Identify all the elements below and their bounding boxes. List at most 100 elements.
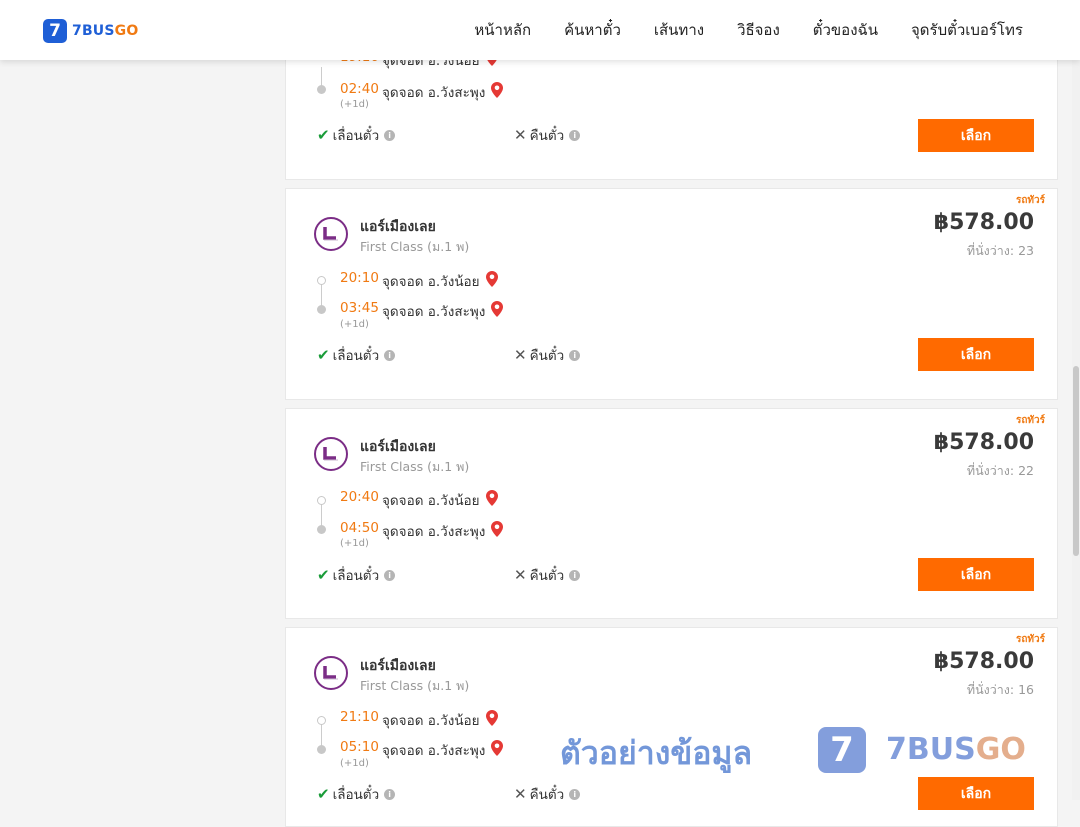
operator-name: แอร์เมืองเลย	[360, 658, 436, 674]
info-icon[interactable]: i	[569, 788, 581, 800]
seats-available: ที่นั่งว่าง: 23	[966, 243, 1034, 258]
operator-logo	[314, 217, 348, 251]
arrive-dot	[317, 525, 326, 534]
location-pin-icon[interactable]	[485, 271, 498, 291]
arrive-time: 05:10	[340, 739, 379, 755]
refund-label: คืนตั๋ว	[529, 348, 565, 364]
change-ticket-label: เลื่อนตั๋ว	[332, 128, 380, 144]
logo-wordmark: 7BUSGO	[72, 23, 139, 39]
site-logo[interactable]: 7 7BUSGO	[43, 19, 138, 43]
refund-label: คืนตั๋ว	[529, 787, 565, 803]
depart-stop-label: จุดจอด อ.วังน้อย	[382, 274, 480, 290]
day-offset: (+1d)	[340, 319, 369, 330]
refund-policy: ✕ คืนตั๋ว i	[514, 344, 581, 366]
select-button[interactable]: เลือก	[918, 558, 1034, 591]
nav-how-to-book[interactable]: วิธีจอง	[737, 18, 780, 42]
day-offset: (+1d)	[340, 538, 369, 549]
cross-icon: ✕	[514, 566, 527, 584]
arrive-stop: จุดจอด อ.วังสะพุง	[382, 739, 504, 761]
ticket-price: ฿578.00	[933, 210, 1034, 235]
ticket-price: ฿578.00	[933, 649, 1034, 674]
refund-label: คืนตั๋ว	[529, 568, 565, 584]
depart-dot	[317, 276, 326, 285]
arrive-dot	[317, 305, 326, 314]
arrive-stop-label: จุดจอด อ.วังสะพุง	[382, 743, 486, 759]
operator-name: แอร์เมืองเลย	[360, 219, 436, 235]
nav-routes[interactable]: เส้นทาง	[654, 18, 704, 42]
change-ticket-label: เลื่อนตั๋ว	[332, 787, 380, 803]
location-pin-icon[interactable]	[491, 521, 504, 541]
arrive-stop: จุดจอด อ.วังสะพุง	[382, 81, 504, 103]
arrive-time: 04:50	[340, 520, 379, 536]
tour-bus-badge: รถทัวร์	[1015, 195, 1045, 206]
watermark-brand: 7BUSGO	[886, 732, 1026, 767]
trip-card: รถทัวร์ แอร์เมืองเลย First Class (ม.1 พ)…	[285, 188, 1058, 400]
arrive-dot	[317, 745, 326, 754]
location-pin-icon[interactable]	[491, 740, 504, 760]
depart-stop: จุดจอด อ.วังน้อย	[382, 709, 498, 731]
tour-bus-badge: รถทัวร์	[1015, 415, 1045, 426]
info-icon[interactable]: i	[384, 349, 396, 361]
change-ticket-policy: ✔ เลื่อนตั๋ว i	[317, 564, 396, 586]
check-icon: ✔	[317, 785, 330, 803]
change-ticket-label: เลื่อนตั๋ว	[332, 568, 380, 584]
depart-time: 20:10	[340, 270, 379, 286]
nav-pickup-points[interactable]: จุดรับตั๋วเบอร์โทร	[911, 18, 1023, 42]
logo-mark: 7	[43, 19, 67, 43]
nav-home[interactable]: หน้าหลัก	[474, 18, 531, 42]
info-icon[interactable]: i	[384, 129, 396, 141]
cross-icon: ✕	[514, 346, 527, 364]
seats-available: ที่นั่งว่าง: 22	[966, 463, 1034, 478]
bus-class: First Class (ม.1 พ)	[360, 239, 470, 254]
location-pin-icon[interactable]	[485, 490, 498, 510]
main-nav: หน้าหลัก ค้นหาตั๋ว เส้นทาง วิธีจอง ตั๋วข…	[441, 18, 1023, 42]
check-icon: ✔	[317, 566, 330, 584]
watermark-text: ตัวอย่างข้อมูล	[560, 734, 753, 772]
nav-my-tickets[interactable]: ตั๋วของฉัน	[813, 18, 878, 42]
depart-stop: จุดจอด อ.วังน้อย	[382, 270, 498, 292]
operator-logo	[314, 656, 348, 690]
refund-policy: ✕ คืนตั๋ว i	[514, 564, 581, 586]
bus-class: First Class (ม.1 พ)	[360, 459, 470, 474]
change-ticket-policy: ✔ เลื่อนตั๋ว i	[317, 124, 396, 146]
scrollbar-thumb[interactable]	[1073, 366, 1079, 556]
depart-time: 21:10	[340, 709, 379, 725]
day-offset: (+1d)	[340, 99, 369, 110]
info-icon[interactable]: i	[569, 569, 581, 581]
nav-search-ticket[interactable]: ค้นหาตั๋ว	[564, 18, 621, 42]
check-icon: ✔	[317, 126, 330, 144]
info-icon[interactable]: i	[569, 129, 581, 141]
arrive-stop-label: จุดจอด อ.วังสะพุง	[382, 524, 486, 540]
arrive-dot	[317, 85, 326, 94]
location-pin-icon[interactable]	[491, 82, 504, 102]
change-ticket-label: เลื่อนตั๋ว	[332, 348, 380, 364]
depart-dot	[317, 716, 326, 725]
select-button[interactable]: เลือก	[918, 777, 1034, 810]
change-ticket-policy: ✔ เลื่อนตั๋ว i	[317, 344, 396, 366]
location-pin-icon[interactable]	[485, 710, 498, 730]
arrive-time: 03:45	[340, 300, 379, 316]
location-pin-icon[interactable]	[491, 301, 504, 321]
depart-dot	[317, 496, 326, 505]
info-icon[interactable]: i	[569, 349, 581, 361]
cross-icon: ✕	[514, 126, 527, 144]
refund-policy: ✕ คืนตั๋ว i	[514, 124, 581, 146]
arrive-stop: จุดจอด อ.วังสะพุง	[382, 520, 504, 542]
arrive-stop: จุดจอด อ.วังสะพุง	[382, 300, 504, 322]
select-button[interactable]: เลือก	[918, 338, 1034, 371]
arrive-stop-label: จุดจอด อ.วังสะพุง	[382, 85, 486, 101]
arrive-time: 02:40	[340, 81, 379, 97]
depart-stop: จุดจอด อ.วังน้อย	[382, 489, 498, 511]
tour-bus-badge: รถทัวร์	[1015, 634, 1045, 645]
refund-policy: ✕ คืนตั๋ว i	[514, 783, 581, 805]
trip-card: รถทัวร์ แอร์เมืองเลย First Class (ม.1 พ)…	[285, 408, 1058, 619]
watermark-logo-mark: 7	[818, 727, 866, 773]
depart-stop-label: จุดจอด อ.วังน้อย	[382, 713, 480, 729]
arrive-stop-label: จุดจอด อ.วังสะพุง	[382, 304, 486, 320]
info-icon[interactable]: i	[384, 569, 396, 581]
bus-class: First Class (ม.1 พ)	[360, 678, 470, 693]
top-header: 7 7BUSGO หน้าหลัก ค้นหาตั๋ว เส้นทาง วิธี…	[0, 0, 1080, 60]
select-button[interactable]: เลือก	[918, 119, 1034, 152]
info-icon[interactable]: i	[384, 788, 396, 800]
cross-icon: ✕	[514, 785, 527, 803]
